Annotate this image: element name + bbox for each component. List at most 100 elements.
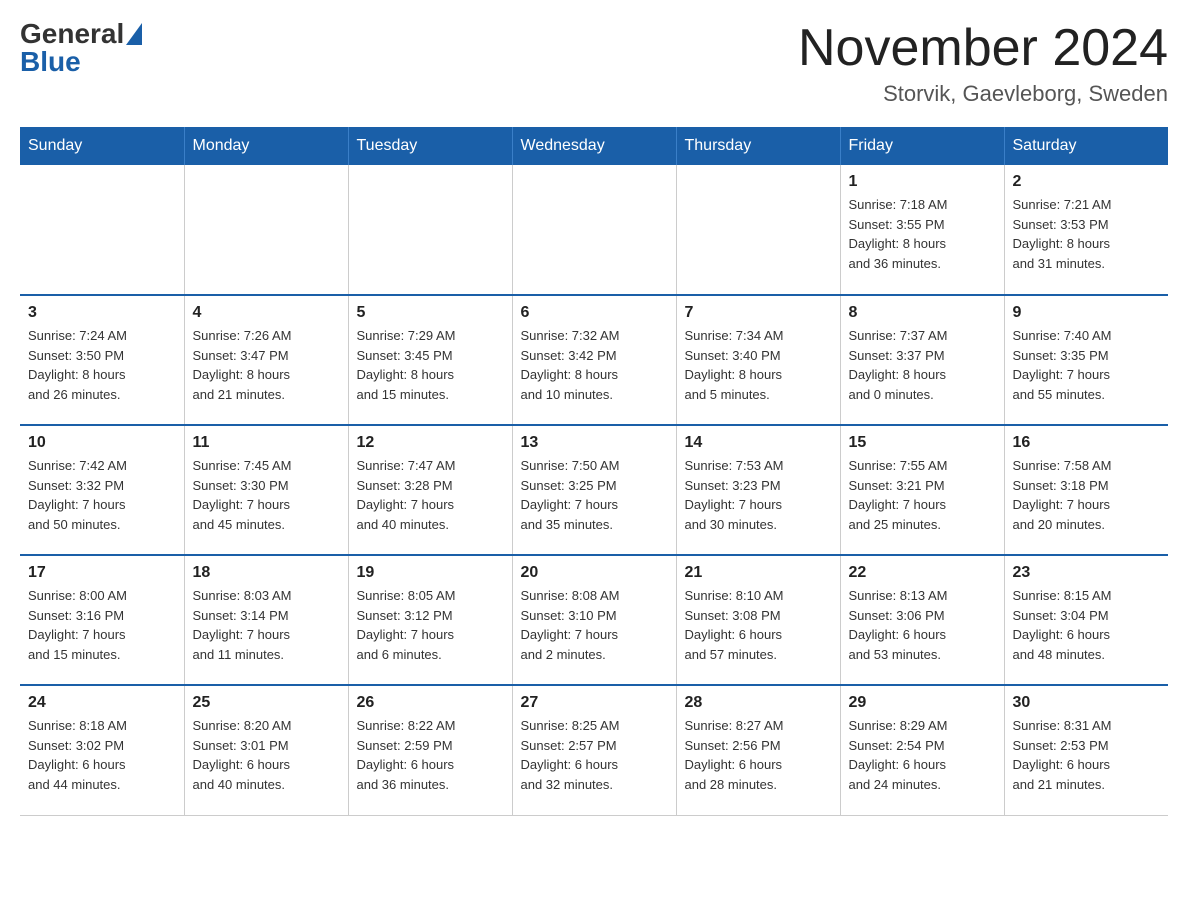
day-info: Sunrise: 7:55 AM Sunset: 3:21 PM Dayligh… (849, 456, 996, 534)
day-number: 30 (1013, 694, 1161, 712)
day-info: Sunrise: 7:32 AM Sunset: 3:42 PM Dayligh… (521, 326, 668, 404)
weekday-header-wednesday: Wednesday (512, 127, 676, 165)
day-info: Sunrise: 7:21 AM Sunset: 3:53 PM Dayligh… (1013, 195, 1161, 273)
logo: General Blue (20, 20, 142, 76)
day-number: 9 (1013, 304, 1161, 322)
day-info: Sunrise: 7:29 AM Sunset: 3:45 PM Dayligh… (357, 326, 504, 404)
day-info: Sunrise: 8:13 AM Sunset: 3:06 PM Dayligh… (849, 586, 996, 664)
day-info: Sunrise: 8:00 AM Sunset: 3:16 PM Dayligh… (28, 586, 176, 664)
calendar-cell: 5Sunrise: 7:29 AM Sunset: 3:45 PM Daylig… (348, 295, 512, 425)
day-info: Sunrise: 7:40 AM Sunset: 3:35 PM Dayligh… (1013, 326, 1161, 404)
day-info: Sunrise: 8:10 AM Sunset: 3:08 PM Dayligh… (685, 586, 832, 664)
calendar-cell: 21 Sunrise: 8:10 AM Sunset: 3:08 PM Dayli… (676, 555, 840, 685)
day-info: Sunrise: 8:25 AM Sunset: 2:57 PM Dayligh… (521, 716, 668, 794)
day-info: Sunrise: 7:37 AM Sunset: 3:37 PM Dayligh… (849, 326, 996, 404)
calendar-cell: 25 Sunrise: 8:20 AM Sunset: 3:01 PM Dayli… (184, 685, 348, 815)
calendar-cell: 7 Sunrise: 7:34 AM Sunset: 3:40 PM Daylig… (676, 295, 840, 425)
calendar-cell: 19 Sunrise: 8:05 AM Sunset: 3:12 PM Dayli… (348, 555, 512, 685)
calendar-cell: 9 Sunrise: 7:40 AM Sunset: 3:35 PM Daylig… (1004, 295, 1168, 425)
calendar-table: SundayMondayTuesdayWednesdayThursdayFrid… (20, 127, 1168, 816)
day-info: Sunrise: 8:03 AM Sunset: 3:14 PM Dayligh… (193, 586, 340, 664)
day-number: 27 (521, 694, 668, 712)
weekday-header-tuesday: Tuesday (348, 127, 512, 165)
calendar-cell: 10 Sunrise: 7:42 AM Sunset: 3:32 PM Dayli… (20, 425, 184, 555)
day-number: 10 (28, 434, 176, 452)
calendar-cell: 29 Sunrise: 8:29 AM Sunset: 2:54 PM Dayli… (840, 685, 1004, 815)
day-number: 2 (1013, 173, 1161, 191)
calendar-header: SundayMondayTuesdayWednesdayThursdayFrid… (20, 127, 1168, 165)
day-number: 29 (849, 694, 996, 712)
calendar-cell: 27 Sunrise: 8:25 AM Sunset: 2:57 PM Dayli… (512, 685, 676, 815)
weekday-header-saturday: Saturday (1004, 127, 1168, 165)
day-info: Sunrise: 8:05 AM Sunset: 3:12 PM Dayligh… (357, 586, 504, 664)
calendar-cell: 20Sunrise: 8:08 AM Sunset: 3:10 PM Dayli… (512, 555, 676, 685)
day-info: Sunrise: 8:18 AM Sunset: 3:02 PM Dayligh… (28, 716, 176, 794)
day-info: Sunrise: 7:18 AM Sunset: 3:55 PM Dayligh… (849, 195, 996, 273)
calendar-week-1: 1 Sunrise: 7:18 AM Sunset: 3:55 PM Daylig… (20, 165, 1168, 295)
calendar-cell: 2 Sunrise: 7:21 AM Sunset: 3:53 PM Daylig… (1004, 165, 1168, 295)
weekday-header-row: SundayMondayTuesdayWednesdayThursdayFrid… (20, 127, 1168, 165)
calendar-cell: 3Sunrise: 7:24 AM Sunset: 3:50 PM Daylig… (20, 295, 184, 425)
day-info: Sunrise: 7:47 AM Sunset: 3:28 PM Dayligh… (357, 456, 504, 534)
day-number: 25 (193, 694, 340, 712)
calendar-cell: 28 Sunrise: 8:27 AM Sunset: 2:56 PM Dayli… (676, 685, 840, 815)
day-number: 22 (849, 564, 996, 582)
title-block: November 2024 Storvik, Gaevleborg, Swede… (798, 20, 1168, 107)
day-info: Sunrise: 7:34 AM Sunset: 3:40 PM Dayligh… (685, 326, 832, 404)
calendar-week-5: 24Sunrise: 8:18 AM Sunset: 3:02 PM Dayli… (20, 685, 1168, 815)
weekday-header-thursday: Thursday (676, 127, 840, 165)
day-number: 1 (849, 173, 996, 191)
day-info: Sunrise: 8:31 AM Sunset: 2:53 PM Dayligh… (1013, 716, 1161, 794)
calendar-cell (676, 165, 840, 295)
calendar-cell: 12 Sunrise: 7:47 AM Sunset: 3:28 PM Dayli… (348, 425, 512, 555)
calendar-cell: 6 Sunrise: 7:32 AM Sunset: 3:42 PM Daylig… (512, 295, 676, 425)
day-info: Sunrise: 7:58 AM Sunset: 3:18 PM Dayligh… (1013, 456, 1161, 534)
day-number: 23 (1013, 564, 1161, 582)
calendar-cell (20, 165, 184, 295)
day-info: Sunrise: 7:42 AM Sunset: 3:32 PM Dayligh… (28, 456, 176, 534)
calendar-body: 1 Sunrise: 7:18 AM Sunset: 3:55 PM Daylig… (20, 165, 1168, 815)
weekday-header-monday: Monday (184, 127, 348, 165)
day-info: Sunrise: 8:29 AM Sunset: 2:54 PM Dayligh… (849, 716, 996, 794)
day-number: 8 (849, 304, 996, 322)
calendar-week-2: 3Sunrise: 7:24 AM Sunset: 3:50 PM Daylig… (20, 295, 1168, 425)
calendar-week-4: 17 Sunrise: 8:00 AM Sunset: 3:16 PM Dayli… (20, 555, 1168, 685)
day-number: 14 (685, 434, 832, 452)
day-number: 21 (685, 564, 832, 582)
day-number: 11 (193, 434, 340, 452)
calendar-cell: 1 Sunrise: 7:18 AM Sunset: 3:55 PM Daylig… (840, 165, 1004, 295)
day-number: 19 (357, 564, 504, 582)
page-header: General Blue November 2024 Storvik, Gaev… (20, 20, 1168, 107)
calendar-cell: 14 Sunrise: 7:53 AM Sunset: 3:23 PM Dayli… (676, 425, 840, 555)
day-number: 12 (357, 434, 504, 452)
calendar-cell: 15 Sunrise: 7:55 AM Sunset: 3:21 PM Dayli… (840, 425, 1004, 555)
calendar-cell: 11Sunrise: 7:45 AM Sunset: 3:30 PM Dayli… (184, 425, 348, 555)
calendar-cell: 17 Sunrise: 8:00 AM Sunset: 3:16 PM Dayli… (20, 555, 184, 685)
calendar-cell (348, 165, 512, 295)
weekday-header-sunday: Sunday (20, 127, 184, 165)
day-number: 26 (357, 694, 504, 712)
logo-blue-text: Blue (20, 48, 81, 76)
location-subtitle: Storvik, Gaevleborg, Sweden (798, 81, 1168, 107)
day-number: 28 (685, 694, 832, 712)
day-info: Sunrise: 8:22 AM Sunset: 2:59 PM Dayligh… (357, 716, 504, 794)
calendar-cell (184, 165, 348, 295)
day-info: Sunrise: 7:53 AM Sunset: 3:23 PM Dayligh… (685, 456, 832, 534)
calendar-cell: 23Sunrise: 8:15 AM Sunset: 3:04 PM Dayli… (1004, 555, 1168, 685)
day-info: Sunrise: 7:24 AM Sunset: 3:50 PM Dayligh… (28, 326, 176, 404)
day-info: Sunrise: 8:08 AM Sunset: 3:10 PM Dayligh… (521, 586, 668, 664)
calendar-cell: 4Sunrise: 7:26 AM Sunset: 3:47 PM Daylig… (184, 295, 348, 425)
calendar-cell: 8 Sunrise: 7:37 AM Sunset: 3:37 PM Daylig… (840, 295, 1004, 425)
day-info: Sunrise: 7:50 AM Sunset: 3:25 PM Dayligh… (521, 456, 668, 534)
day-number: 15 (849, 434, 996, 452)
day-number: 7 (685, 304, 832, 322)
day-number: 17 (28, 564, 176, 582)
day-number: 6 (521, 304, 668, 322)
day-info: Sunrise: 8:20 AM Sunset: 3:01 PM Dayligh… (193, 716, 340, 794)
calendar-cell: 22 Sunrise: 8:13 AM Sunset: 3:06 PM Dayli… (840, 555, 1004, 685)
day-number: 13 (521, 434, 668, 452)
day-info: Sunrise: 8:27 AM Sunset: 2:56 PM Dayligh… (685, 716, 832, 794)
calendar-week-3: 10 Sunrise: 7:42 AM Sunset: 3:32 PM Dayli… (20, 425, 1168, 555)
calendar-cell: 24Sunrise: 8:18 AM Sunset: 3:02 PM Dayli… (20, 685, 184, 815)
day-number: 18 (193, 564, 340, 582)
